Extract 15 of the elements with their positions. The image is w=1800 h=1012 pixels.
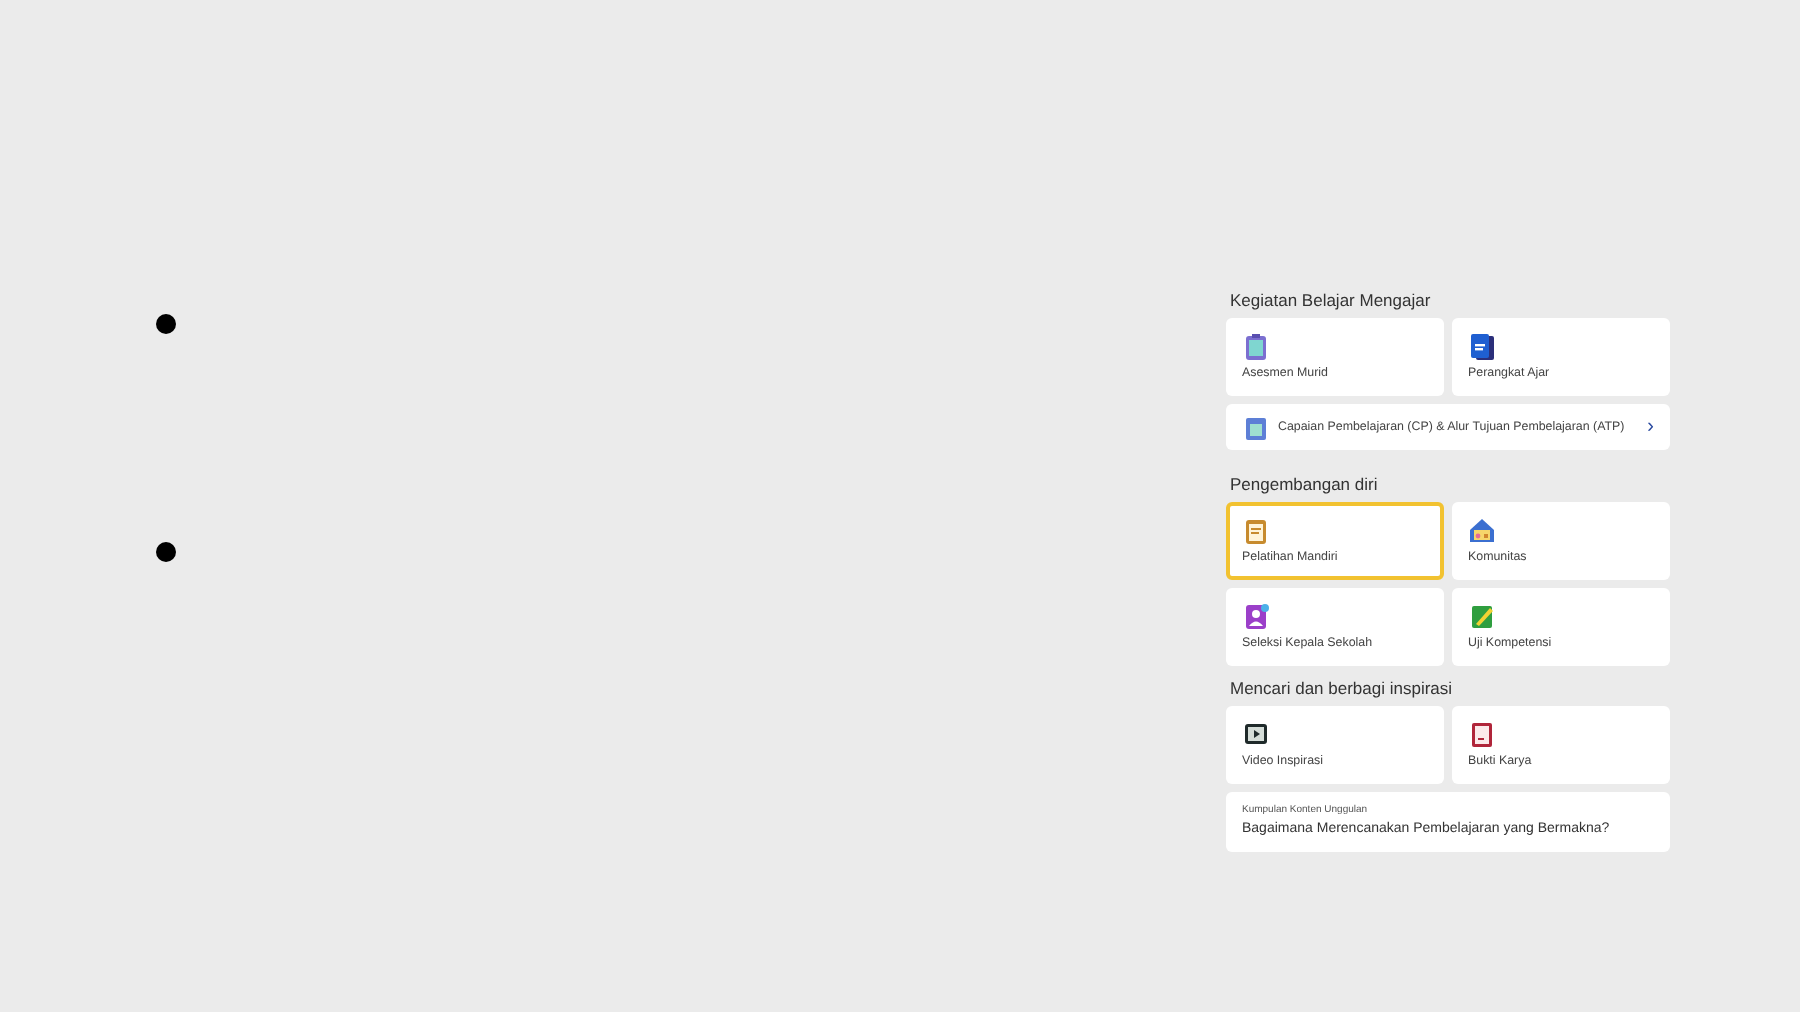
house-icon xyxy=(1468,516,1496,544)
person-icon xyxy=(1242,602,1270,630)
pencil-icon xyxy=(1468,602,1496,630)
section-heading: Pengembangan diri xyxy=(1230,474,1380,496)
notepad-icon xyxy=(1242,516,1270,544)
bullet-point-icon xyxy=(156,314,176,334)
section-heading: Kegiatan Belajar Mengajar xyxy=(1230,290,1433,312)
chart-icon xyxy=(1242,413,1270,441)
section-heading: Mencari dan berbagi inspirasi xyxy=(1230,678,1455,700)
clipboard-icon xyxy=(1242,332,1270,360)
bullet-point-icon xyxy=(156,542,176,562)
book-icon xyxy=(1468,332,1496,360)
video-icon xyxy=(1242,720,1270,748)
document-icon xyxy=(1468,720,1496,748)
chevron-icon: › xyxy=(1647,417,1654,437)
